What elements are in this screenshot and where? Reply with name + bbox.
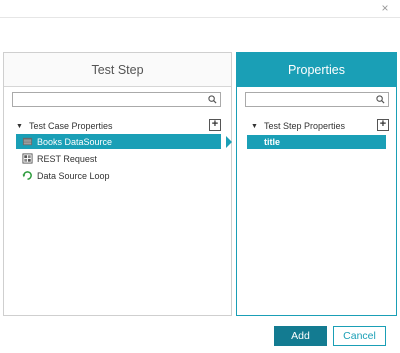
cancel-button[interactable]: Cancel [333, 326, 386, 346]
divider [0, 17, 400, 18]
panel-title: Test Step [4, 53, 231, 87]
loop-icon [22, 171, 32, 180]
properties-panel: Properties ▼ Test Step Properties + titl… [236, 52, 397, 316]
tree-root-label: Test Step Properties [263, 121, 345, 131]
add-property-button[interactable]: + [377, 119, 389, 131]
tree-item-data-source-loop[interactable]: Data Source Loop [16, 168, 221, 183]
properties-search-input[interactable] [245, 92, 389, 107]
close-icon[interactable]: × [379, 2, 391, 14]
test-step-search-input[interactable] [12, 92, 221, 107]
add-property-button[interactable]: + [209, 119, 221, 131]
search-icon [208, 95, 217, 104]
tree-root-test-step-properties[interactable]: ▼ Test Step Properties [251, 120, 345, 132]
tree-item-rest-request[interactable]: REST Request [16, 151, 221, 166]
search-icon [376, 95, 385, 104]
selection-pointer-icon [226, 136, 232, 148]
property-item-title[interactable]: title [247, 135, 386, 149]
tree-root-label: Test Case Properties [28, 121, 113, 131]
dialog: × Test Step ▼ Test Case Properties + Boo… [0, 0, 400, 353]
caret-down-icon[interactable]: ▼ [16, 123, 23, 130]
panel-title: Properties [237, 53, 396, 87]
tree-item-label: Data Source Loop [37, 170, 110, 181]
tree-item-label: REST Request [37, 153, 97, 164]
tree-root-test-case-properties[interactable]: ▼ Test Case Properties [16, 120, 112, 132]
tree-item-label: Books DataSource [37, 136, 113, 147]
rest-request-icon [22, 153, 33, 164]
tree-item-books-datasource[interactable]: Books DataSource [16, 134, 221, 149]
add-button[interactable]: Add [274, 326, 327, 346]
caret-down-icon[interactable]: ▼ [251, 123, 258, 130]
datasource-icon [22, 137, 33, 146]
test-step-panel: Test Step ▼ Test Case Properties + Books… [3, 52, 232, 316]
